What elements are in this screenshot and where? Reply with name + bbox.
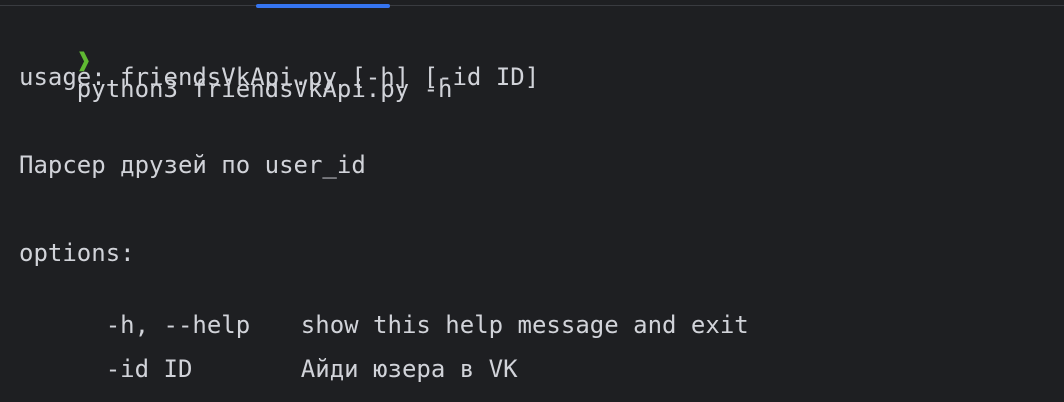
option-flag: -id ID [76, 355, 193, 383]
top-divider [0, 5, 1064, 6]
terminal-window[interactable]: ❱ python3 friendsVkApi.py -h usage: frie… [0, 0, 1064, 402]
command-line: ❱ python3 friendsVkApi.py -h [19, 19, 453, 103]
description-line: Парсер друзей по user_id [19, 151, 366, 179]
usage-line: usage: friendsVkApi.py [-h] [-id ID] [19, 63, 540, 91]
active-tab-indicator [256, 4, 390, 8]
options-header: options: [19, 239, 135, 267]
option-row-id: -id ID Айди юзера в VK [19, 327, 518, 383]
option-help-text: Айди юзера в VK [300, 355, 518, 383]
option-row-help: -h, --help show this help message and exi… [19, 283, 749, 339]
